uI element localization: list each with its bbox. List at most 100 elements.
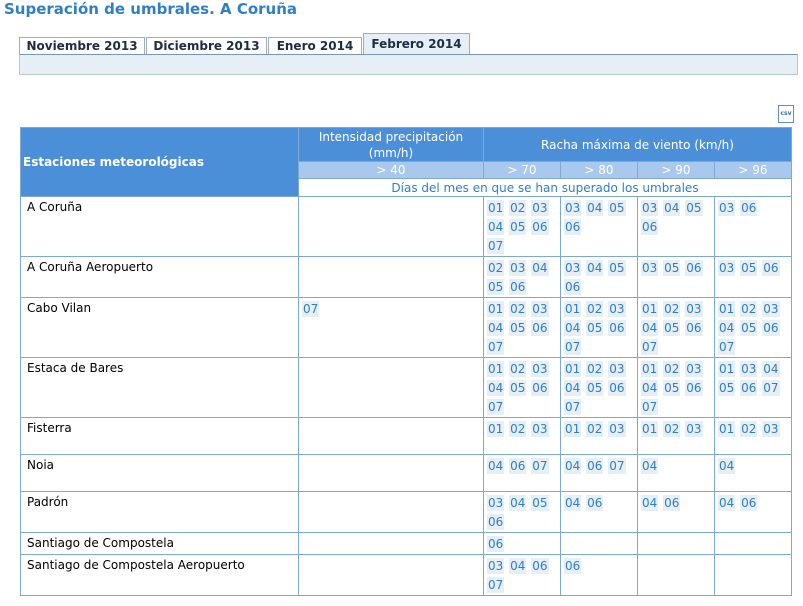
day-link[interactable]: 05 — [685, 200, 703, 216]
day-link[interactable]: 04 — [509, 495, 527, 511]
day-link[interactable]: 03 — [564, 200, 582, 216]
day-link[interactable]: 03 — [608, 421, 626, 437]
day-link[interactable]: 03 — [685, 421, 703, 437]
day-link[interactable]: 06 — [608, 320, 626, 336]
day-link[interactable]: 07 — [487, 399, 505, 415]
day-link[interactable]: 03 — [685, 361, 703, 377]
tab-diciembre-2013[interactable]: Diciembre 2013 — [146, 37, 267, 55]
day-link[interactable]: 06 — [509, 279, 527, 295]
day-link[interactable]: 03 — [718, 260, 736, 276]
day-link[interactable]: 03 — [531, 421, 549, 437]
day-link[interactable]: 04 — [564, 458, 582, 474]
day-link[interactable]: 04 — [487, 380, 505, 396]
day-link[interactable]: 05 — [586, 320, 604, 336]
day-link[interactable]: 05 — [718, 380, 736, 396]
day-link[interactable]: 06 — [487, 514, 505, 530]
day-link[interactable]: 03 — [487, 495, 505, 511]
day-link[interactable]: 02 — [663, 301, 681, 317]
day-link[interactable]: 07 — [531, 458, 549, 474]
day-link[interactable]: 04 — [641, 458, 659, 474]
day-link[interactable]: 03 — [608, 301, 626, 317]
day-link[interactable]: 07 — [718, 339, 736, 355]
day-link[interactable]: 04 — [564, 320, 582, 336]
day-link[interactable]: 01 — [641, 421, 659, 437]
day-link[interactable]: 02 — [586, 361, 604, 377]
day-link[interactable]: 03 — [608, 361, 626, 377]
day-link[interactable]: 06 — [685, 380, 703, 396]
day-link[interactable]: 06 — [531, 558, 549, 574]
day-link[interactable]: 06 — [740, 380, 758, 396]
day-link[interactable]: 06 — [531, 380, 549, 396]
day-link[interactable]: 07 — [487, 339, 505, 355]
day-link[interactable]: 04 — [487, 320, 505, 336]
day-link[interactable]: 07 — [302, 301, 320, 317]
day-link[interactable]: 05 — [608, 200, 626, 216]
day-link[interactable]: 04 — [564, 380, 582, 396]
day-link[interactable]: 04 — [663, 200, 681, 216]
day-link[interactable]: 06 — [564, 219, 582, 235]
day-link[interactable]: 05 — [509, 320, 527, 336]
day-link[interactable]: 02 — [509, 421, 527, 437]
day-link[interactable]: 04 — [586, 200, 604, 216]
day-link[interactable]: 02 — [663, 421, 681, 437]
day-link[interactable]: 05 — [531, 495, 549, 511]
day-link[interactable]: 03 — [740, 361, 758, 377]
day-link[interactable]: 06 — [586, 458, 604, 474]
day-link[interactable]: 04 — [531, 260, 549, 276]
day-link[interactable]: 07 — [641, 399, 659, 415]
day-link[interactable]: 02 — [740, 301, 758, 317]
tab-febrero-2014[interactable]: Febrero 2014 — [363, 33, 470, 55]
day-link[interactable]: 07 — [487, 238, 505, 254]
day-link[interactable]: 04 — [718, 320, 736, 336]
day-link[interactable]: 05 — [663, 380, 681, 396]
day-link[interactable]: 05 — [509, 380, 527, 396]
day-link[interactable]: 03 — [531, 301, 549, 317]
day-link[interactable]: 03 — [531, 200, 549, 216]
day-link[interactable]: 01 — [564, 301, 582, 317]
day-link[interactable]: 01 — [641, 361, 659, 377]
day-link[interactable]: 06 — [641, 219, 659, 235]
day-link[interactable]: 01 — [641, 301, 659, 317]
csv-download-icon[interactable]: csv — [778, 105, 794, 123]
day-link[interactable]: 05 — [740, 320, 758, 336]
day-link[interactable]: 01 — [718, 421, 736, 437]
day-link[interactable]: 01 — [718, 301, 736, 317]
day-link[interactable]: 07 — [608, 458, 626, 474]
day-link[interactable]: 01 — [487, 200, 505, 216]
day-link[interactable]: 04 — [564, 495, 582, 511]
day-link[interactable]: 06 — [531, 219, 549, 235]
day-link[interactable]: 03 — [641, 260, 659, 276]
day-link[interactable]: 03 — [762, 301, 780, 317]
day-link[interactable]: 04 — [718, 495, 736, 511]
day-link[interactable]: 07 — [762, 380, 780, 396]
day-link[interactable]: 04 — [641, 320, 659, 336]
day-link[interactable]: 04 — [762, 361, 780, 377]
day-link[interactable]: 02 — [509, 301, 527, 317]
day-link[interactable]: 02 — [586, 301, 604, 317]
day-link[interactable]: 04 — [509, 558, 527, 574]
day-link[interactable]: 01 — [487, 421, 505, 437]
day-link[interactable]: 06 — [762, 320, 780, 336]
day-link[interactable]: 07 — [641, 339, 659, 355]
day-link[interactable]: 05 — [663, 320, 681, 336]
day-link[interactable]: 06 — [762, 260, 780, 276]
day-link[interactable]: 06 — [740, 200, 758, 216]
day-link[interactable]: 03 — [509, 260, 527, 276]
day-link[interactable]: 01 — [487, 301, 505, 317]
day-link[interactable]: 05 — [608, 260, 626, 276]
day-link[interactable]: 04 — [718, 458, 736, 474]
day-link[interactable]: 01 — [487, 361, 505, 377]
day-link[interactable]: 06 — [608, 380, 626, 396]
day-link[interactable]: 06 — [685, 260, 703, 276]
day-link[interactable]: 03 — [685, 301, 703, 317]
day-link[interactable]: 02 — [509, 361, 527, 377]
tab-noviembre-2013[interactable]: Noviembre 2013 — [19, 37, 145, 55]
day-link[interactable]: 03 — [641, 200, 659, 216]
day-link[interactable]: 06 — [564, 558, 582, 574]
day-link[interactable]: 05 — [740, 260, 758, 276]
day-link[interactable]: 02 — [487, 260, 505, 276]
day-link[interactable]: 03 — [718, 200, 736, 216]
day-link[interactable]: 06 — [531, 320, 549, 336]
day-link[interactable]: 06 — [586, 495, 604, 511]
day-link[interactable]: 05 — [487, 279, 505, 295]
